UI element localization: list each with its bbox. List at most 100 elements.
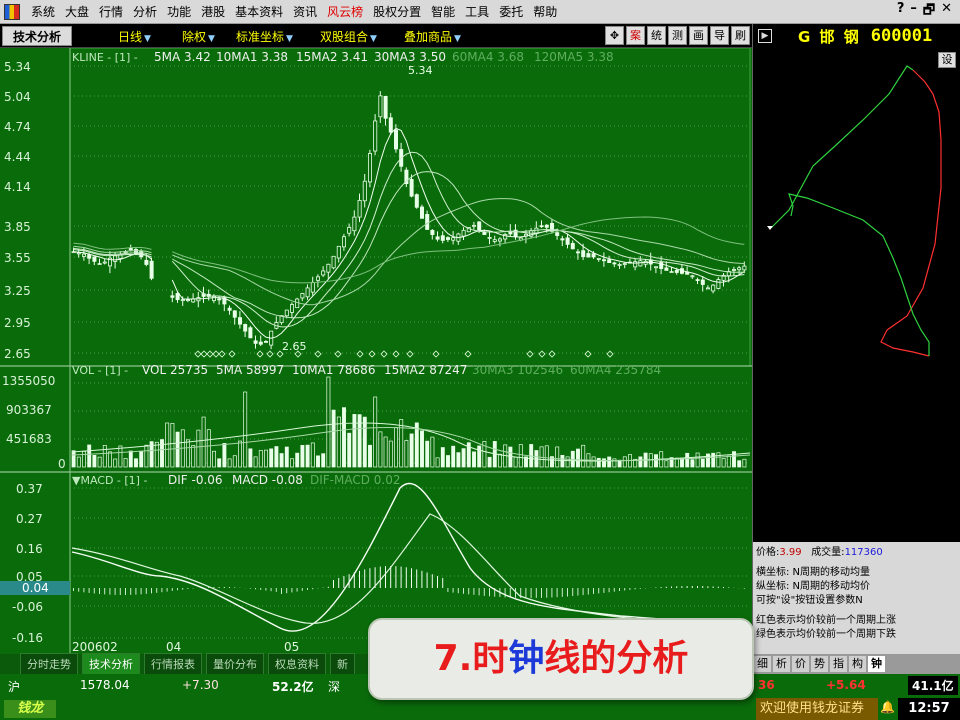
marker-diamond: [218, 350, 226, 358]
volume-bar: [71, 450, 76, 468]
volume-bar: [186, 439, 190, 468]
tab-quote-report[interactable]: 行情报表: [144, 653, 202, 675]
candle-body: [284, 309, 289, 317]
panel-toggle-icon[interactable]: ▶: [758, 29, 772, 43]
chart-area[interactable]: KLINE - [1] - 5MA 3.42 10MA1 3.38 15MA2 …: [0, 48, 752, 654]
rtab-trend[interactable]: 势: [811, 656, 828, 672]
volume-bar: [440, 447, 445, 468]
candle-body: [451, 237, 456, 241]
clock-line-green-lower: [788, 193, 930, 356]
volume-bar: [118, 445, 123, 468]
volume-bar: [711, 452, 716, 468]
guide-button[interactable]: 导: [710, 26, 729, 45]
menu-item-tools[interactable]: 工具: [460, 1, 494, 23]
marker-diamond: [584, 350, 592, 358]
menu-item-fundamentals[interactable]: 基本资料: [230, 1, 288, 23]
candle-body: [393, 129, 398, 150]
menu-item-smart[interactable]: 智能: [426, 1, 460, 23]
menu-item-trade[interactable]: 委托: [494, 1, 528, 23]
clock-line-red: [880, 69, 942, 357]
restore-icon[interactable]: 🗗: [923, 1, 935, 23]
status-change-sz: +5.64: [826, 678, 866, 692]
candle-body: [347, 227, 352, 234]
menu-item-quotes[interactable]: 行情: [94, 1, 128, 23]
status-market-sz: 深: [328, 680, 341, 694]
measure-button[interactable]: 测: [668, 26, 687, 45]
volume-bar: [472, 451, 476, 468]
candle-body: [113, 255, 118, 262]
volume-bar: [347, 432, 352, 468]
menu-item-hk-stocks[interactable]: 港股: [196, 1, 230, 23]
candle-body: [144, 259, 149, 265]
ticker-bar: 钱龙 欢迎使用钱龙证券 🔔 12:57: [0, 698, 960, 720]
dropdown-arrow-icon: ▼: [286, 34, 293, 44]
tab-intraday[interactable]: 分时走势: [20, 653, 78, 675]
candle-body: [471, 224, 476, 227]
rtab-index[interactable]: 指: [830, 656, 847, 672]
candle-body: [232, 310, 237, 318]
ex-rights-dropdown[interactable]: 除权 ▼: [182, 28, 215, 45]
rtab-analysis[interactable]: 析: [773, 656, 790, 672]
tab-volume-price[interactable]: 量价分布: [206, 653, 264, 675]
volume-bar: [253, 456, 258, 468]
candle-body: [383, 95, 388, 119]
volume-bar: [269, 448, 274, 468]
candle-body: [263, 341, 268, 343]
minimize-icon[interactable]: –: [910, 1, 917, 23]
volume-bar: [451, 445, 456, 468]
tech-analysis-tab[interactable]: 技术分析: [2, 25, 73, 46]
draw-button[interactable]: 画: [689, 26, 708, 45]
menu-item-news[interactable]: 资讯: [288, 1, 322, 23]
menu-item-analysis[interactable]: 分析: [128, 1, 162, 23]
volume-bar: [461, 448, 466, 468]
candle-body: [185, 299, 190, 302]
marker-diamond: [228, 350, 236, 358]
dual-stock-dropdown[interactable]: 双股组合 ▼: [320, 28, 377, 45]
menu-item-share-reform[interactable]: 股权分置: [368, 1, 426, 23]
tab-rights-info[interactable]: 权息资料: [268, 653, 326, 675]
tab-new[interactable]: 新: [330, 653, 355, 675]
candle-body: [237, 317, 242, 325]
candle-body: [341, 236, 346, 248]
candle-body: [445, 237, 450, 240]
menu-item-market[interactable]: 大盘: [60, 1, 94, 23]
candle-body: [560, 238, 565, 241]
menu-item-ranking[interactable]: 风云榜: [322, 1, 368, 23]
rtab-clock[interactable]: 钟: [868, 656, 885, 672]
candle-body: [331, 255, 336, 269]
overlay-dropdown[interactable]: 叠加商品 ▼: [404, 28, 461, 45]
marker-diamond: [606, 350, 614, 358]
case-button[interactable]: 案: [626, 26, 645, 45]
candle-body: [612, 262, 617, 265]
kline-label: KLINE - [1] -: [72, 51, 138, 64]
period-dropdown-label: 日线: [118, 30, 143, 44]
tab-technical[interactable]: 技术分析: [82, 653, 140, 675]
rtab-price[interactable]: 价: [792, 656, 809, 672]
menu-item-functions[interactable]: 功能: [162, 1, 196, 23]
volume-bar: [596, 457, 601, 468]
rtab-structure[interactable]: 构: [849, 656, 866, 672]
menu-item-help[interactable]: 帮助: [528, 1, 562, 23]
candle-body: [82, 253, 87, 257]
help-icon[interactable]: ?: [897, 1, 905, 23]
volume-bar: [456, 452, 461, 468]
settings-button[interactable]: 设: [938, 52, 956, 68]
volume-bar: [258, 450, 263, 468]
candle-body: [362, 180, 367, 202]
bell-icon[interactable]: 🔔: [880, 700, 896, 718]
refresh-button[interactable]: 刷: [731, 26, 750, 45]
volume-bar: [243, 391, 248, 468]
period-dropdown[interactable]: 日线 ▼: [118, 28, 151, 45]
axis-dropdown[interactable]: 标准坐标 ▼: [236, 28, 293, 45]
candle-body: [378, 95, 383, 118]
rtab-detail[interactable]: 细: [754, 656, 771, 672]
close-icon[interactable]: ✕: [941, 1, 952, 23]
candle-body: [430, 229, 435, 235]
overlay-dropdown-label: 叠加商品: [404, 30, 453, 44]
move-icon[interactable]: ✥: [605, 26, 624, 45]
menu-item-system[interactable]: 系统: [26, 1, 60, 23]
stats-button[interactable]: 统: [647, 26, 666, 45]
marker-diamond: [356, 350, 364, 358]
volume-bar: [76, 456, 81, 468]
clock-line-panel[interactable]: 设 价格:3.99 成交量:117360 横坐标: N周期的移动均量 纵坐标: …: [752, 48, 960, 654]
